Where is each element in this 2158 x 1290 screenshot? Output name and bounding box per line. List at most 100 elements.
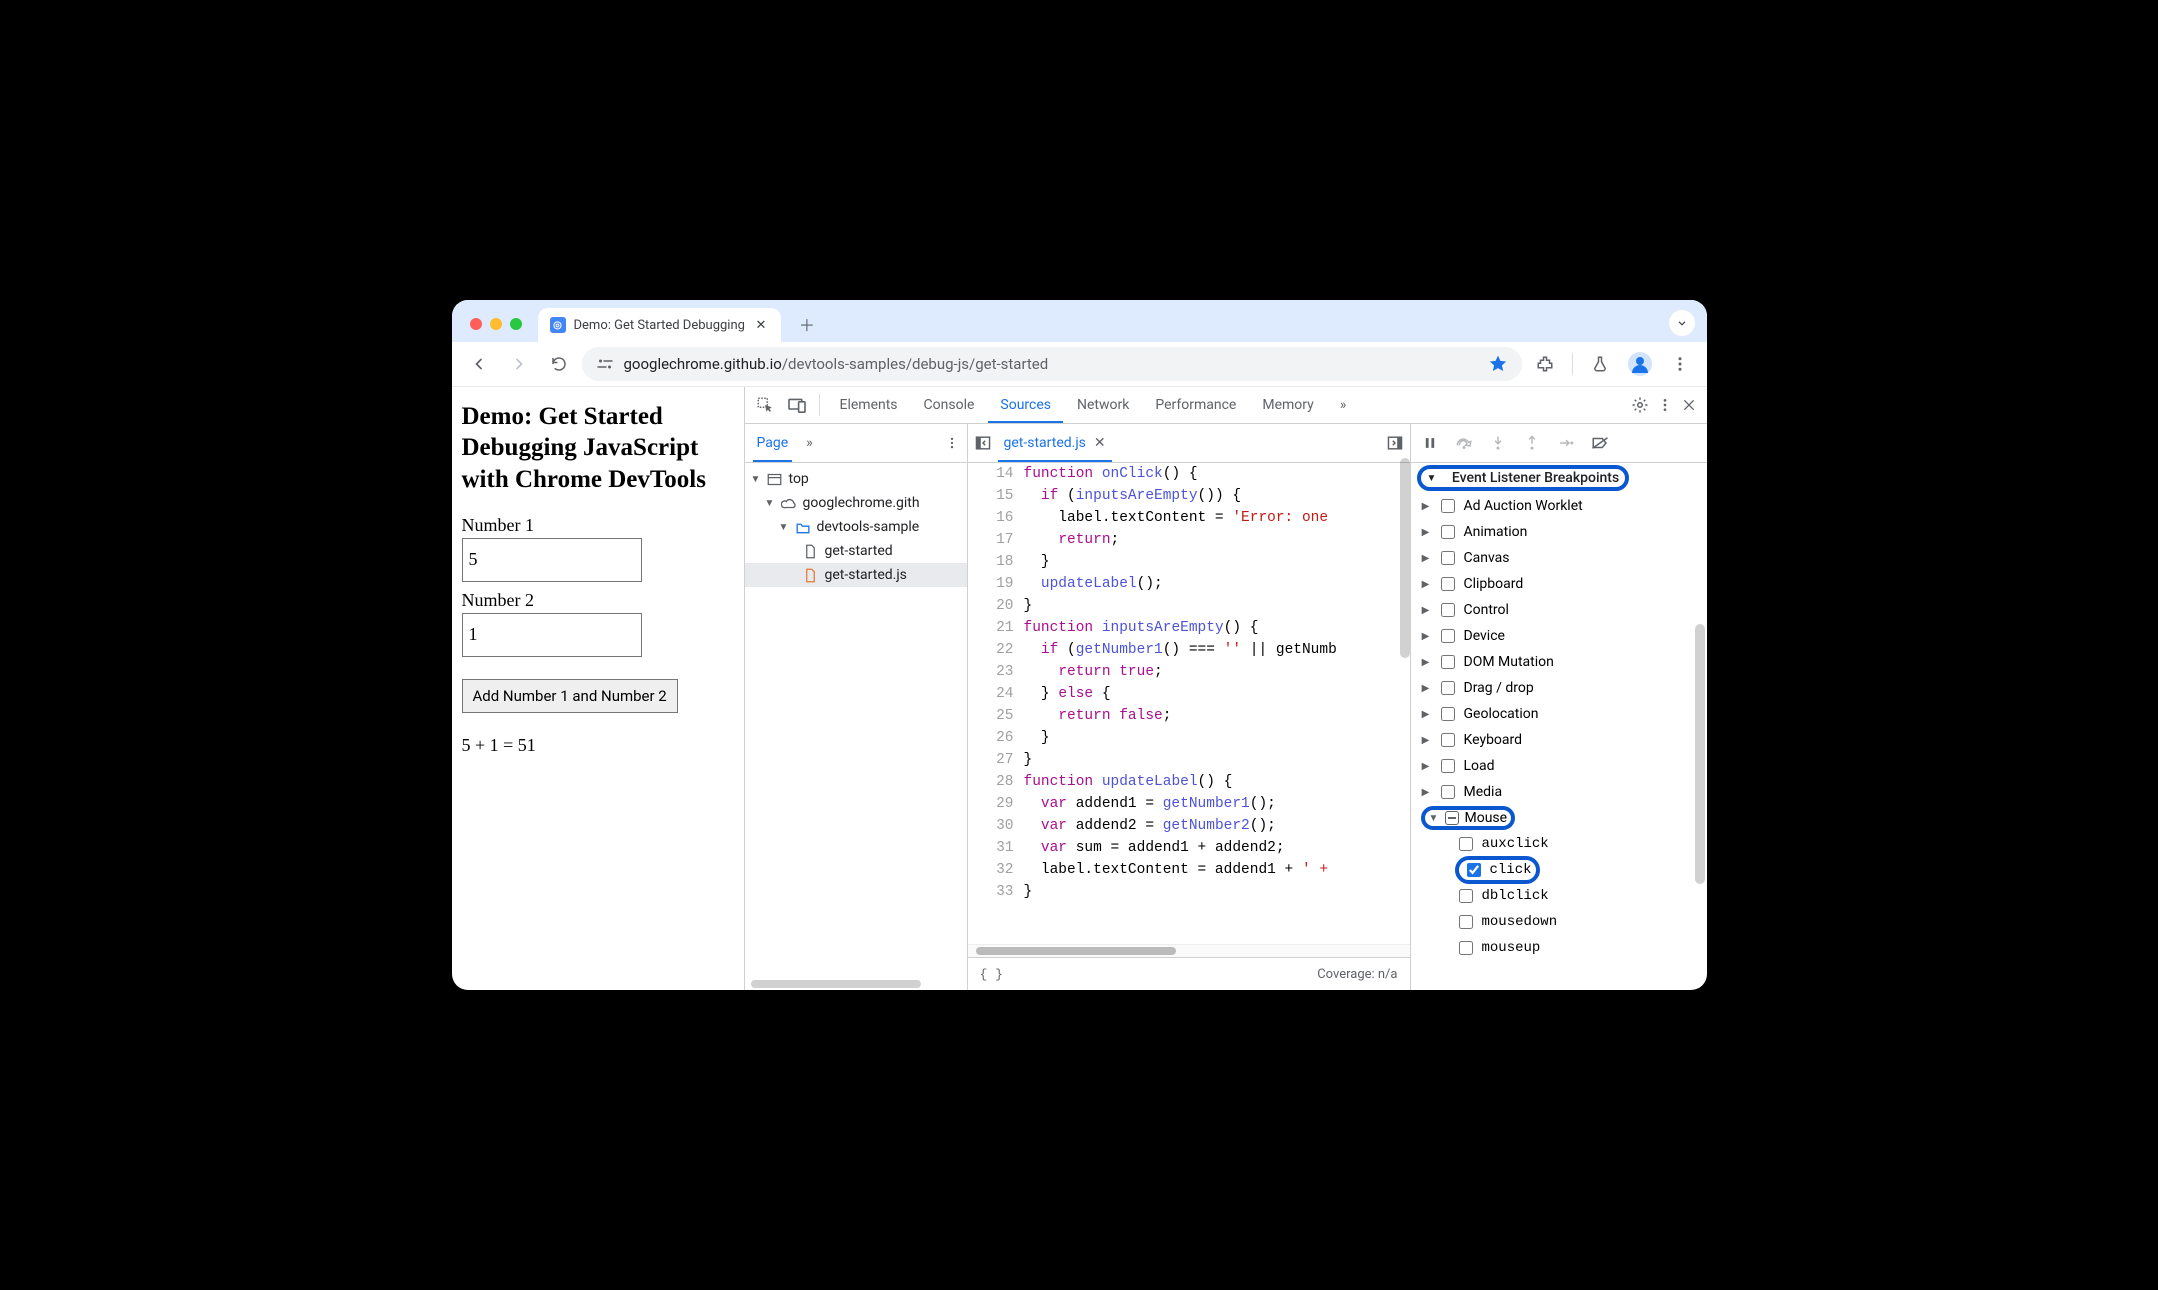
- tree-folder[interactable]: ▼ devtools-sample: [745, 515, 967, 539]
- category-checkbox[interactable]: [1441, 681, 1455, 695]
- tab-search-button[interactable]: [1669, 310, 1695, 336]
- event-row[interactable]: mouseup: [1411, 935, 1707, 961]
- expand-icon[interactable]: ▶: [1421, 735, 1431, 746]
- category-checkbox[interactable]: [1441, 707, 1455, 721]
- breakpoints-section[interactable]: ▼ Event Listener Breakpoints▶Ad Auction …: [1411, 463, 1707, 990]
- event-row[interactable]: click: [1411, 857, 1707, 883]
- category-row[interactable]: ▶Keyboard: [1411, 727, 1707, 753]
- code-content[interactable]: function onClick() { if (inputsAreEmpty(…: [1024, 463, 1410, 944]
- expand-icon[interactable]: ▶: [1421, 631, 1431, 642]
- category-checkbox[interactable]: [1441, 629, 1455, 643]
- tabs-overflow-icon[interactable]: »: [1328, 387, 1359, 423]
- chrome-menu-icon[interactable]: [1663, 347, 1697, 381]
- devtools-close-icon[interactable]: [1681, 397, 1697, 413]
- expand-icon[interactable]: ▶: [1421, 683, 1431, 694]
- category-checkbox[interactable]: [1441, 499, 1455, 513]
- category-row[interactable]: ▶Control: [1411, 597, 1707, 623]
- category-row[interactable]: ▶Geolocation: [1411, 701, 1707, 727]
- category-row[interactable]: ▶Canvas: [1411, 545, 1707, 571]
- expand-icon[interactable]: ▶: [1421, 553, 1431, 564]
- extensions-icon[interactable]: [1528, 347, 1562, 381]
- inspect-element-icon[interactable]: [751, 388, 779, 422]
- expand-icon[interactable]: ▶: [1421, 527, 1431, 538]
- forward-button[interactable]: [502, 347, 536, 381]
- pause-icon[interactable]: [1421, 434, 1439, 452]
- event-listener-breakpoints-header[interactable]: ▼ Event Listener Breakpoints: [1411, 463, 1707, 493]
- reload-button[interactable]: [542, 347, 576, 381]
- category-checkbox[interactable]: [1441, 759, 1455, 773]
- debugger-v-scrollbar[interactable]: [1695, 624, 1705, 884]
- category-checkbox[interactable]: [1441, 577, 1455, 591]
- address-bar[interactable]: googlechrome.github.io/devtools-samples/…: [582, 347, 1522, 381]
- tree-top[interactable]: ▼ top: [745, 467, 967, 491]
- expand-icon[interactable]: ▶: [1421, 657, 1431, 668]
- site-settings-icon[interactable]: [596, 357, 614, 371]
- step-over-icon[interactable]: [1455, 434, 1473, 452]
- category-row[interactable]: ▶Device: [1411, 623, 1707, 649]
- collapse-navigator-icon[interactable]: [974, 435, 992, 451]
- labs-icon[interactable]: [1583, 347, 1617, 381]
- event-checkbox[interactable]: [1467, 863, 1481, 877]
- category-checkbox[interactable]: [1441, 525, 1455, 539]
- event-row[interactable]: mousedown: [1411, 909, 1707, 935]
- event-checkbox[interactable]: [1459, 941, 1473, 955]
- category-row[interactable]: ▶Animation: [1411, 519, 1707, 545]
- category-row[interactable]: ▶Media: [1411, 779, 1707, 805]
- collapse-sidebar-icon[interactable]: [1386, 435, 1404, 451]
- event-row[interactable]: auxclick: [1411, 831, 1707, 857]
- window-close[interactable]: [470, 318, 482, 330]
- tab-network[interactable]: Network: [1065, 387, 1141, 423]
- event-row[interactable]: dblclick: [1411, 883, 1707, 909]
- navigator-scrollbar[interactable]: [751, 980, 921, 988]
- category-row[interactable]: ▶Drag / drop: [1411, 675, 1707, 701]
- editor-v-scrollbar[interactable]: [1400, 458, 1410, 658]
- expand-icon[interactable]: ▶: [1421, 787, 1431, 798]
- bookmark-star-icon[interactable]: [1488, 354, 1508, 374]
- checkbox-mixed[interactable]: [1445, 811, 1459, 825]
- window-minimize[interactable]: [490, 318, 502, 330]
- browser-tab[interactable]: ◎ Demo: Get Started Debugging ✕: [538, 308, 781, 342]
- back-button[interactable]: [462, 347, 496, 381]
- editor-h-scrollbar[interactable]: [968, 944, 1410, 957]
- code-area[interactable]: 1415161718192021222324252627282930313233…: [968, 463, 1410, 944]
- category-row[interactable]: ▶Ad Auction Worklet: [1411, 493, 1707, 519]
- category-row[interactable]: ▶Load: [1411, 753, 1707, 779]
- category-checkbox[interactable]: [1441, 603, 1455, 617]
- tab-console[interactable]: Console: [912, 387, 987, 423]
- category-checkbox[interactable]: [1441, 551, 1455, 565]
- deactivate-breakpoints-icon[interactable]: [1591, 434, 1609, 452]
- tab-sources[interactable]: Sources: [988, 387, 1063, 423]
- navigator-tab-page[interactable]: Page: [753, 424, 793, 462]
- category-row[interactable]: ▶DOM Mutation: [1411, 649, 1707, 675]
- navigator-overflow-icon[interactable]: »: [806, 435, 813, 451]
- event-checkbox[interactable]: [1459, 889, 1473, 903]
- device-toolbar-icon[interactable]: [783, 388, 811, 422]
- tab-close-icon[interactable]: ✕: [753, 317, 769, 333]
- pretty-print-icon[interactable]: { }: [980, 967, 1003, 982]
- devtools-settings-icon[interactable]: [1631, 396, 1649, 414]
- add-button[interactable]: Add Number 1 and Number 2: [462, 679, 678, 713]
- category-checkbox[interactable]: [1441, 733, 1455, 747]
- tab-memory[interactable]: Memory: [1250, 387, 1325, 423]
- editor-file-tab[interactable]: get-started.js ✕: [998, 424, 1112, 462]
- tab-elements[interactable]: Elements: [828, 387, 910, 423]
- navigator-menu-icon[interactable]: [945, 436, 959, 450]
- expand-icon[interactable]: ▶: [1421, 579, 1431, 590]
- input-number-2[interactable]: [462, 613, 642, 657]
- category-row[interactable]: ▶Clipboard: [1411, 571, 1707, 597]
- expand-icon[interactable]: ▶: [1421, 761, 1431, 772]
- new-tab-button[interactable]: ＋: [793, 310, 821, 338]
- expand-icon[interactable]: ▶: [1421, 709, 1431, 720]
- tree-origin[interactable]: ▼ googlechrome.gith: [745, 491, 967, 515]
- tree-file-html[interactable]: get-started: [745, 539, 967, 563]
- step-icon[interactable]: [1557, 434, 1575, 452]
- file-tree[interactable]: ▼ top ▼ googlechrome.gith ▼ devto: [745, 463, 967, 990]
- tab-performance[interactable]: Performance: [1143, 387, 1248, 423]
- tree-file-js[interactable]: get-started.js: [745, 563, 967, 587]
- input-number-1[interactable]: [462, 538, 642, 582]
- expand-icon[interactable]: ▶: [1421, 605, 1431, 616]
- category-checkbox[interactable]: [1441, 655, 1455, 669]
- close-file-icon[interactable]: ✕: [1094, 435, 1106, 451]
- devtools-menu-icon[interactable]: [1657, 397, 1673, 413]
- step-out-icon[interactable]: [1523, 434, 1541, 452]
